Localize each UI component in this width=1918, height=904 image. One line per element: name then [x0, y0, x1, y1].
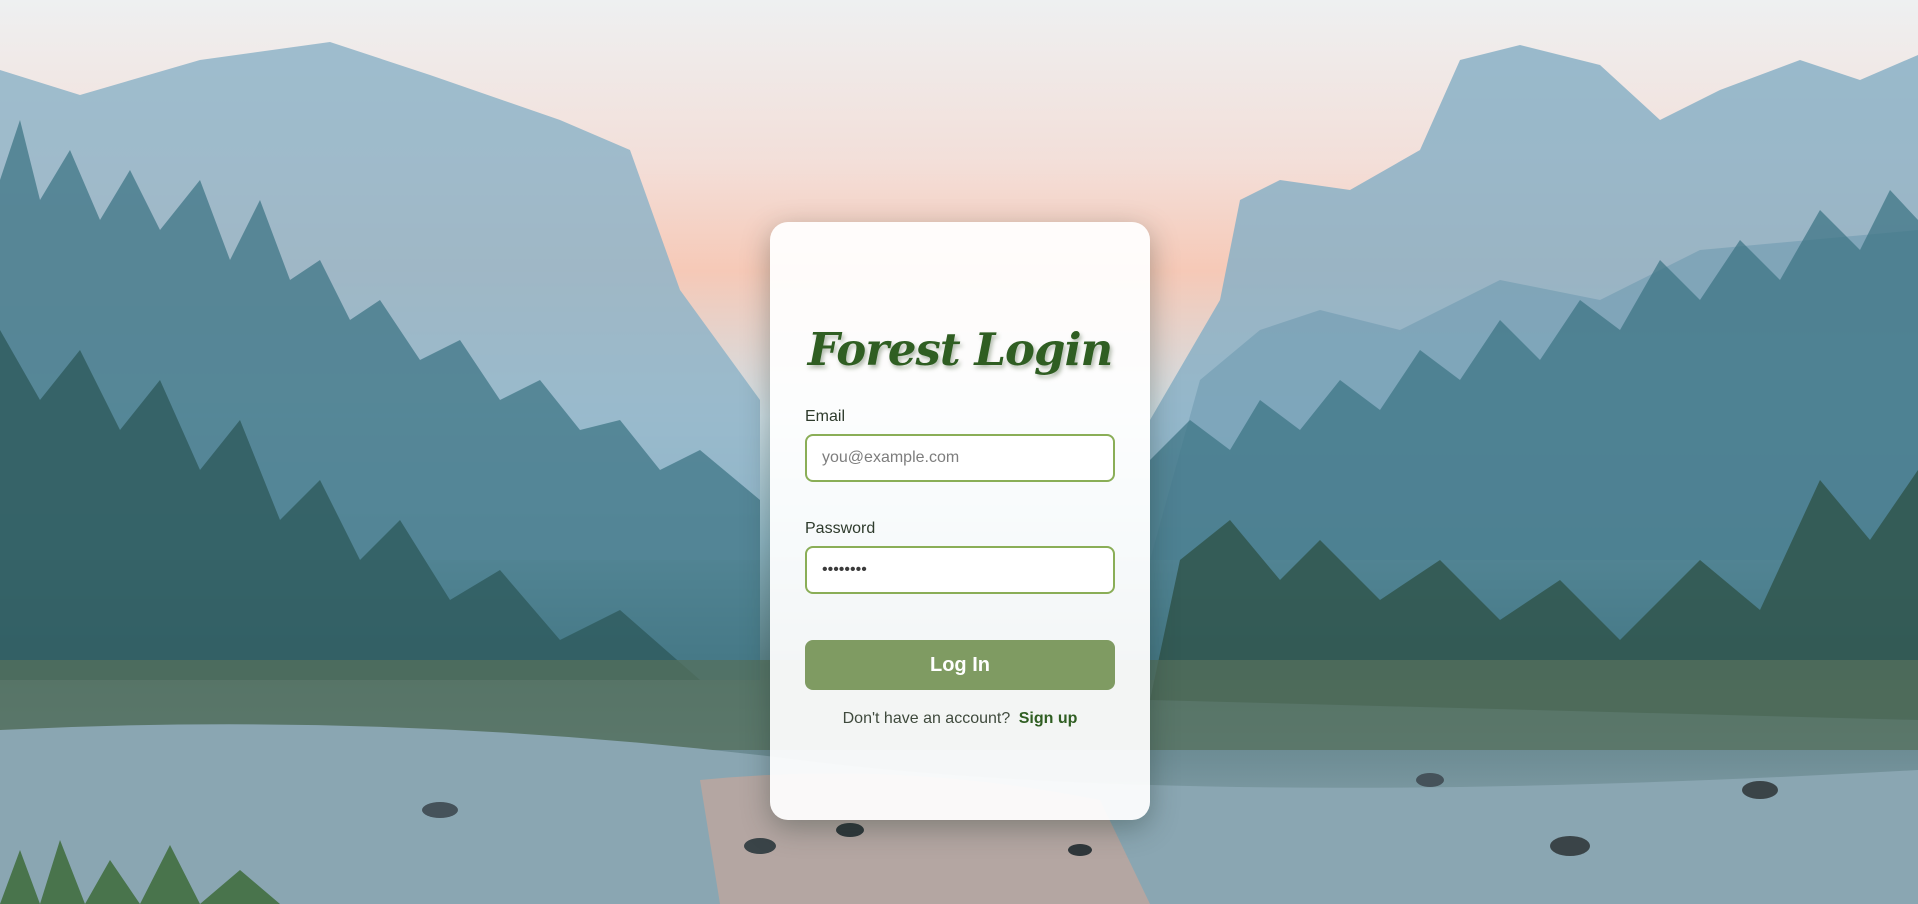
password-label: Password [805, 520, 876, 537]
email-label: Email [805, 408, 846, 425]
login-card: Forest Login Email Password Log In Don't… [770, 222, 1150, 820]
email-input[interactable] [805, 434, 1115, 482]
signup-prompt: Don't have an account? [842, 710, 1011, 727]
signup-row: Don't have an account? Sign up [805, 710, 1115, 728]
login-title: Forest Login [807, 323, 1114, 376]
signup-link[interactable]: Sign up [1019, 710, 1078, 727]
login-button[interactable]: Log In [805, 640, 1115, 690]
password-input[interactable] [805, 546, 1115, 594]
